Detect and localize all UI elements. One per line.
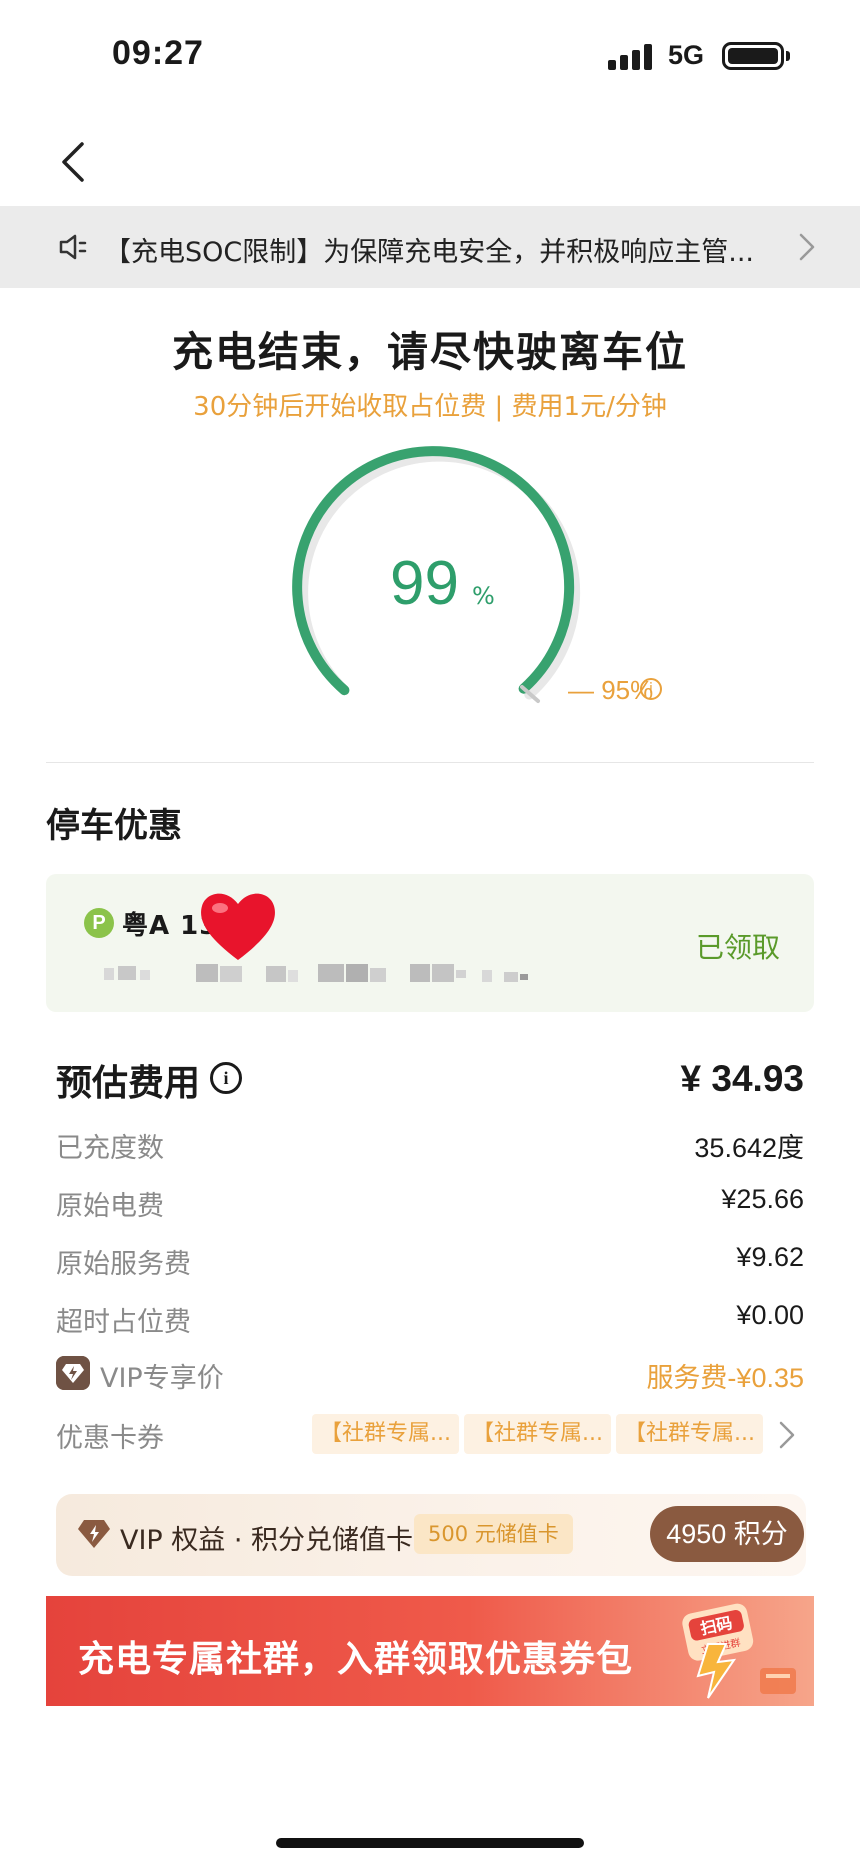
vip-lightning-icon xyxy=(56,1356,90,1390)
coupon-chip[interactable]: 【社群专属... xyxy=(312,1414,459,1454)
points-button[interactable]: 4950 积分 xyxy=(650,1506,804,1562)
chevron-right-icon[interactable] xyxy=(798,232,816,262)
occupancy-fee-notice: 30分钟后开始收取占位费 | 费用1元/分钟 xyxy=(193,392,667,422)
heart-sticker-icon xyxy=(201,893,275,960)
fee-row-value: ¥25.66 xyxy=(721,1184,804,1214)
claimed-status: 已领取 xyxy=(696,931,781,964)
parking-p-icon: P xyxy=(84,908,114,938)
coupon-chip[interactable]: 【社群专属... xyxy=(616,1414,763,1454)
signal-icon xyxy=(608,44,652,70)
fee-row-value: 35.642度 xyxy=(694,1133,804,1163)
fee-row-label: 原始电费 xyxy=(56,1191,164,1222)
battery-icon xyxy=(722,42,784,70)
chevron-right-icon[interactable] xyxy=(778,1420,796,1450)
charge-percent: 99 xyxy=(390,549,459,618)
home-indicator[interactable] xyxy=(276,1838,584,1848)
page-title: 充电结束，请尽快驶离车位 xyxy=(172,328,688,376)
diamond-icon xyxy=(78,1520,110,1548)
speaker-icon xyxy=(59,234,87,260)
vip-benefits-text: VIP 权益 · 积分兑储值卡 xyxy=(120,1525,414,1556)
parking-discount-title: 停车优惠 xyxy=(46,806,182,846)
stored-value-chip: 500 元储值卡 xyxy=(414,1514,573,1554)
info-icon[interactable]: i xyxy=(640,678,662,700)
divider xyxy=(46,762,814,763)
promo-text: 充电专属社群，入群领取优惠券包 xyxy=(78,1639,634,1680)
vip-price-label: VIP专享价 xyxy=(100,1363,224,1394)
status-time: 09:27 xyxy=(112,34,204,72)
promo-scan-icon: 扫码 立即进群 xyxy=(682,1603,796,1699)
coupon-chip[interactable]: 【社群专属... xyxy=(464,1414,611,1454)
back-arrow-icon[interactable] xyxy=(56,140,88,184)
fee-row-label: 已充度数 xyxy=(56,1133,164,1164)
charge-percent-sign: % xyxy=(472,582,495,610)
coupons-label: 优惠卡券 xyxy=(56,1423,164,1454)
vip-price-value: 服务费-¥0.35 xyxy=(646,1363,804,1393)
network-label: 5G xyxy=(668,40,705,70)
estimated-fee-title: 预估费用 xyxy=(56,1063,201,1104)
blurred-address xyxy=(104,964,528,982)
fee-row-value: ¥9.62 xyxy=(736,1242,804,1272)
battery-tip xyxy=(786,51,790,61)
info-icon[interactable]: i xyxy=(210,1062,242,1094)
estimated-fee-total: ¥ 34.93 xyxy=(680,1058,804,1099)
fee-row-label: 超时占位费 xyxy=(56,1307,191,1338)
fee-row-label: 原始服务费 xyxy=(56,1249,191,1280)
fee-row-value: ¥0.00 xyxy=(736,1300,804,1330)
notice-text[interactable]: 【充电SOC限制】为保障充电安全，并积极响应主管... xyxy=(104,230,774,269)
